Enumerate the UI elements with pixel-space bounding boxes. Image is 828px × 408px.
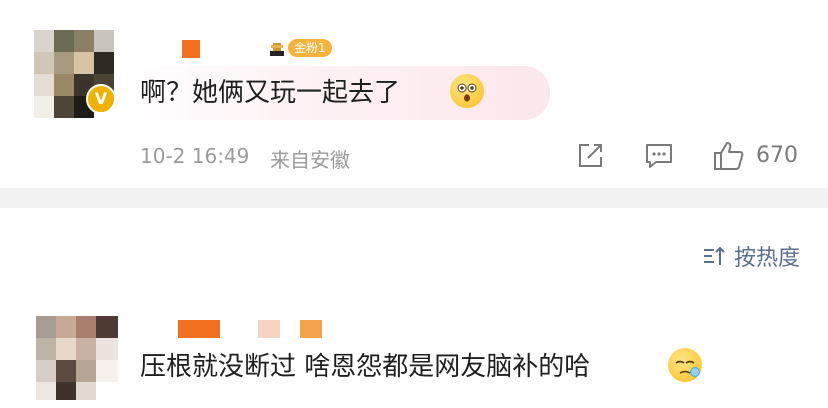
trophy-icon	[270, 43, 284, 56]
comment-icon[interactable]	[644, 142, 674, 170]
username-redacted-part	[258, 320, 280, 338]
username-redacted-part	[300, 320, 322, 338]
section-divider	[0, 188, 828, 208]
sleepy-face-emoji	[668, 348, 702, 382]
username-redacted[interactable]	[178, 320, 220, 338]
comment-location: 来自安徽	[270, 148, 350, 172]
sort-button[interactable]: 按热度	[702, 240, 800, 272]
username-redacted[interactable]	[182, 40, 200, 58]
share-icon[interactable]	[576, 142, 604, 170]
avatar[interactable]	[36, 316, 118, 400]
shocked-face-emoji	[450, 74, 484, 108]
comment-text: 啊？她俩又玩一起去了	[140, 78, 401, 108]
badge-label: 金粉1	[288, 39, 332, 57]
sort-icon	[703, 246, 725, 265]
sort-label: 按热度	[733, 246, 800, 271]
comment-time: 10-2 16:49	[140, 144, 250, 168]
like-icon[interactable]	[712, 140, 746, 172]
fan-badge[interactable]: 金粉1	[268, 38, 332, 58]
comment-text: 压根就没断过 啥恩怨都是网友脑补的哈	[140, 352, 591, 382]
like-count: 670	[756, 143, 798, 168]
verified-icon: V	[86, 84, 116, 114]
